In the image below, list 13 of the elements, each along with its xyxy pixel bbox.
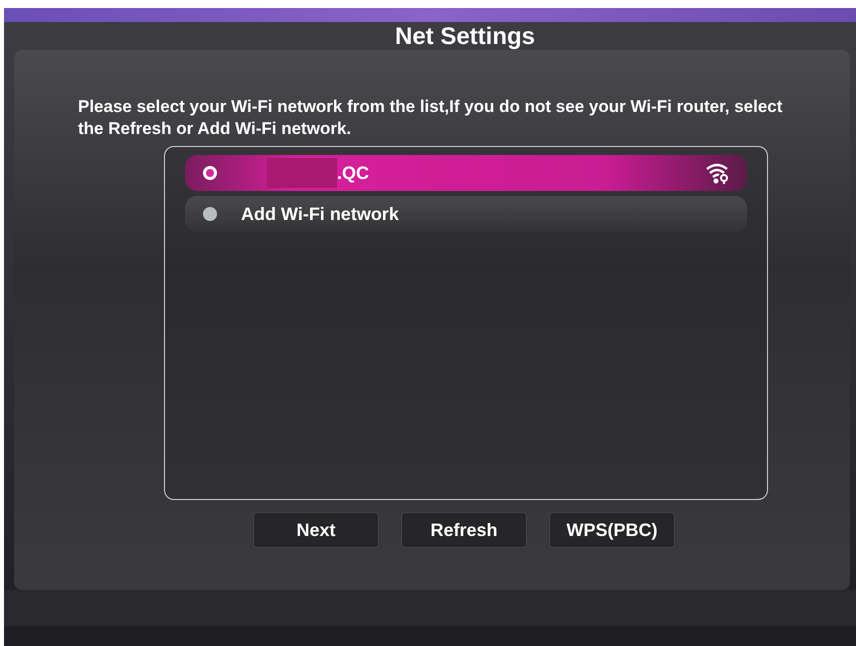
radio-icon xyxy=(203,166,217,180)
network-item[interactable]: Add Wi-Fi network xyxy=(185,196,747,232)
screen-title: Net Settings xyxy=(394,22,535,48)
network-item[interactable]: .QC xyxy=(185,155,747,191)
instruction-text: Please select your Wi-Fi network from the list,If you do not see your Wi-Fi router, select the Refresh or Add Wi-Fi network. xyxy=(78,96,784,140)
action-button[interactable]: Next xyxy=(253,512,379,548)
radio-icon xyxy=(203,207,217,221)
action-button[interactable]: WPS(PBC) xyxy=(549,512,675,548)
network-name: Add Wi-Fi network xyxy=(241,204,399,224)
redaction-block xyxy=(267,158,337,188)
action-button[interactable]: Refresh xyxy=(401,512,527,548)
network-name: .QC xyxy=(337,162,370,184)
wifi-lock-icon xyxy=(705,162,729,184)
